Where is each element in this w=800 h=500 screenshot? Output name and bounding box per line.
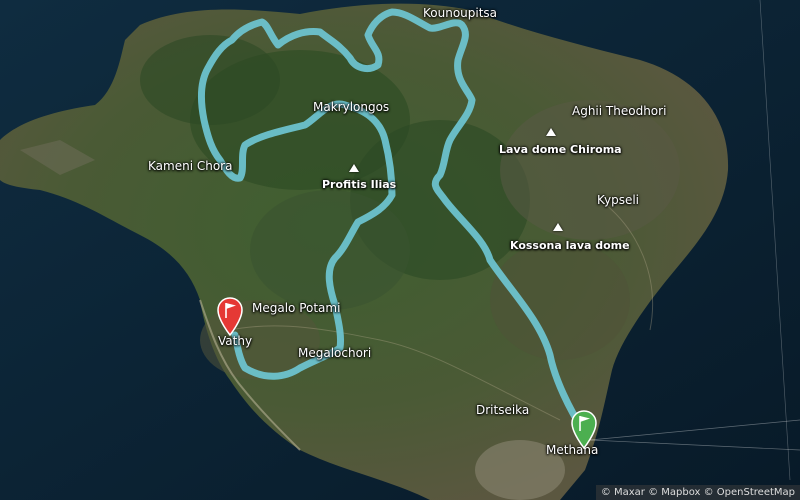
place-label-makrylongos: Makrylongos xyxy=(313,100,390,114)
route-end-marker[interactable] xyxy=(215,296,245,337)
route-start-marker[interactable] xyxy=(569,409,599,450)
place-label-kameni-chora: Kameni Chora xyxy=(148,159,233,173)
place-label-megalo-potami: Megalo Potami xyxy=(252,301,341,315)
satellite-basemap xyxy=(0,0,800,500)
mountain-peak-icon xyxy=(349,164,359,172)
map-view[interactable]: Kounoupitsa Makrylongos Aghii Theodhori … xyxy=(0,0,800,500)
place-label-kounoupitsa: Kounoupitsa xyxy=(423,6,498,20)
peak-label-profitis-ilias: Profitis Ilias xyxy=(322,178,397,191)
map-attribution[interactable]: © Maxar © Mapbox © OpenStreetMap xyxy=(595,485,800,500)
mountain-peak-icon xyxy=(546,128,556,136)
place-label-megalochori: Megalochori xyxy=(298,346,372,360)
peak-label-lava-dome-chiroma: Lava dome Chiroma xyxy=(499,143,622,156)
place-label-kypseli: Kypseli xyxy=(597,193,640,207)
mountain-peak-icon xyxy=(553,223,563,231)
peak-label-kossona-lava-dome: Kossona lava dome xyxy=(510,239,630,252)
place-label-vathy: Vathy xyxy=(218,334,253,348)
place-label-aghii-theodhori: Aghii Theodhori xyxy=(572,104,667,118)
place-label-dritseika: Dritseika xyxy=(476,403,530,417)
